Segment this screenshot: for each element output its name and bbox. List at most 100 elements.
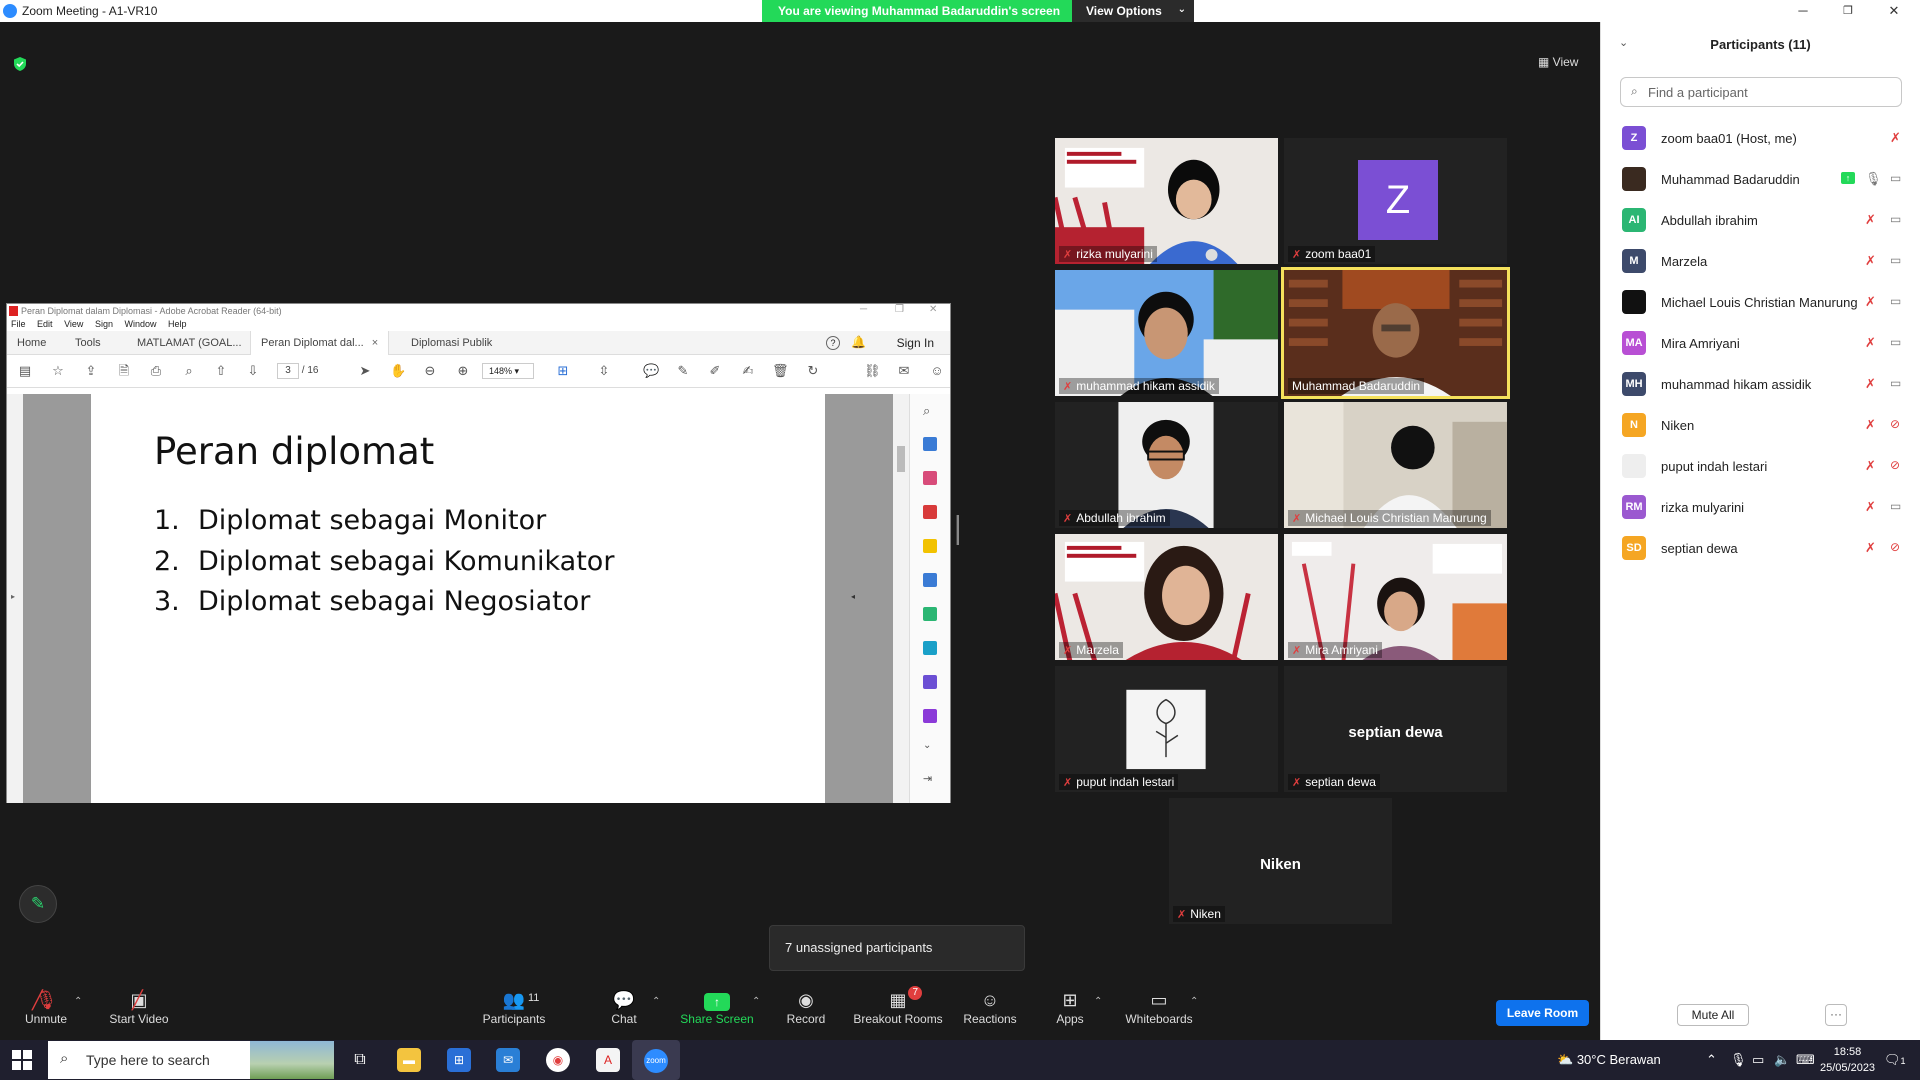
pencil-icon[interactable]: ✎ <box>19 885 57 923</box>
start-video-button[interactable]: ▣ ╱ Start Video <box>104 988 174 1026</box>
delete-icon[interactable]: 🗑 <box>772 363 789 379</box>
find-participant-search[interactable]: ⌕ Find a participant <box>1620 77 1902 107</box>
windows-start-icon[interactable] <box>12 1050 32 1070</box>
restore-button[interactable]: ❐ <box>1838 2 1858 20</box>
video-tile[interactable]: ✗ Michael Louis Christian Manurung <box>1283 401 1508 529</box>
taskbar-search[interactable]: ⌕ Type here to search <box>48 1041 334 1079</box>
print-icon[interactable]: ⎙ <box>148 363 164 379</box>
leave-room-button[interactable]: Leave Room <box>1496 1000 1589 1026</box>
page-down-icon[interactable]: ⇩ <box>245 363 261 379</box>
participant-row[interactable]: N Niken ✗ ⊘ <box>1601 403 1920 444</box>
apps-button[interactable]: ⊞ Apps ⌃ <box>1054 988 1102 1026</box>
draw-icon[interactable]: ✐ <box>707 363 723 379</box>
store-icon[interactable]: ⊞ <box>447 1048 471 1072</box>
chevron-down-icon[interactable]: ⌄ <box>923 740 937 754</box>
mail-icon[interactable]: ✉ <box>896 363 912 379</box>
participant-row[interactable]: RM rizka mulyarini ✗ ▭ <box>1601 485 1920 526</box>
document-icon[interactable]: 🗎 <box>116 363 132 379</box>
sign-in-link[interactable]: Sign In <box>897 331 934 355</box>
video-tile[interactable]: ✗ Abdullah ibrahim <box>1054 401 1279 529</box>
taskbar-clock[interactable]: 18:58 25/05/2023 <box>1820 1044 1875 1076</box>
chevron-up-icon[interactable]: ⌃ <box>74 996 82 1007</box>
unassigned-participants-notice[interactable]: 7 unassigned participants <box>769 925 1025 971</box>
video-tile-active-speaker[interactable]: Muhammad Badaruddin <box>1281 267 1510 399</box>
mail-icon[interactable]: ✉ <box>496 1048 520 1072</box>
menu-file[interactable]: File <box>11 319 26 329</box>
fill-sign-icon[interactable] <box>923 675 937 689</box>
weather-widget[interactable]: ⛅ 30°C Berawan <box>1557 1052 1661 1068</box>
fit-page-icon[interactable]: ⊞ <box>555 363 571 379</box>
menu-help[interactable]: Help <box>168 319 187 329</box>
volume-icon[interactable]: 🔈 <box>1774 1052 1790 1068</box>
participant-row[interactable]: SD septian dewa ✗ ⊘ <box>1601 526 1920 567</box>
tab-peran-diplomat[interactable]: Peran Diplomat dal... × <box>250 331 390 355</box>
scroll-mode-icon[interactable]: ⇳ <box>596 363 612 379</box>
reactions-button[interactable]: ☺ Reactions <box>962 988 1018 1026</box>
collapse-pane-icon[interactable]: ⇥ <box>923 772 937 786</box>
tab-diplomasi-publik[interactable]: Diplomasi Publik <box>401 331 502 355</box>
more-options-button[interactable]: ··· <box>1825 1004 1847 1026</box>
participant-row[interactable]: M Marzela ✗ ▭ <box>1601 239 1920 280</box>
account-icon[interactable]: ☺ <box>929 363 945 379</box>
chrome-icon[interactable]: ◉ <box>546 1048 570 1072</box>
shared-screen-acrobat[interactable]: Peran Diplomat dalam Diplomasi - Adobe A… <box>6 303 951 803</box>
video-tile[interactable]: ✗ Marzela <box>1054 533 1279 661</box>
protect-icon[interactable] <box>923 709 937 723</box>
highlight-icon[interactable]: ✎ <box>675 363 691 379</box>
participant-row[interactable]: puput indah lestari ✗ ⊘ <box>1601 444 1920 485</box>
acrobat-icon[interactable]: A <box>596 1048 620 1072</box>
tab-matlamat[interactable]: MATLAMAT (GOAL... <box>127 331 252 355</box>
scrollbar-thumb[interactable] <box>897 446 905 472</box>
menu-window[interactable]: Window <box>124 319 156 329</box>
zoom-in-icon[interactable]: ⊕ <box>455 363 471 379</box>
help-icon[interactable]: ? <box>826 336 840 350</box>
chevron-up-icon[interactable]: ⌃ <box>752 996 760 1007</box>
video-tile[interactable]: ✗ muhammad hikam assidik <box>1054 269 1279 397</box>
participants-button[interactable]: 👥 11 Participants <box>478 988 550 1026</box>
close-tab-icon[interactable]: × <box>372 337 378 349</box>
star-icon[interactable]: ☆ <box>50 363 66 379</box>
sign-icon[interactable]: ✍ <box>740 363 756 379</box>
network-icon[interactable]: ▭ <box>1752 1052 1764 1068</box>
video-tile[interactable]: Z ✗ zoom baa01 <box>1283 137 1508 265</box>
zoom-out-icon[interactable]: ⊖ <box>422 363 438 379</box>
chevron-up-icon[interactable]: ⌃ <box>652 996 660 1007</box>
organize-pages-icon[interactable] <box>923 471 937 485</box>
menu-sign[interactable]: Sign <box>95 319 113 329</box>
chat-button[interactable]: 💬 Chat ⌃ <box>604 988 660 1026</box>
breakout-rooms-button[interactable]: ▦ 7 Breakout Rooms <box>852 986 944 1026</box>
participant-row[interactable]: MH muhammad hikam assidik ✗ ▭ <box>1601 362 1920 403</box>
tab-tools[interactable]: Tools <box>65 331 111 355</box>
upload-icon[interactable]: ⇪ <box>83 363 99 379</box>
view-options-button[interactable]: View Options ⌄ <box>1072 0 1194 22</box>
link-icon[interactable]: ⛓ <box>864 363 881 379</box>
mute-all-button[interactable]: Mute All <box>1677 1004 1749 1026</box>
chevron-left-icon[interactable]: ◂ <box>851 592 855 601</box>
chevron-up-icon[interactable]: ⌃ <box>1094 996 1102 1007</box>
tray-chevron-up-icon[interactable]: ⌃ <box>1706 1052 1717 1068</box>
page-navigator[interactable]: 3 / 16 <box>277 363 318 379</box>
participant-row[interactable]: Michael Louis Christian Manurung ✗ ▭ <box>1601 280 1920 321</box>
menu-view[interactable]: View <box>64 319 83 329</box>
microphone-icon[interactable]: 🎙 <box>1730 1052 1747 1068</box>
vertical-scrollbar[interactable] <box>893 394 909 803</box>
page-current[interactable]: 3 <box>277 363 299 379</box>
bell-icon[interactable]: 🔔 <box>851 335 866 349</box>
tab-home[interactable]: Home <box>7 331 56 355</box>
participant-row[interactable]: Muhammad Badaruddin ↑ 🎙 ▭ <box>1601 157 1920 198</box>
compare-icon[interactable] <box>923 607 937 621</box>
zoom-taskbar-icon[interactable]: zoom <box>632 1040 680 1080</box>
left-pane-toggle[interactable]: ▸ <box>7 394 23 803</box>
split-resize-handle[interactable] <box>956 515 959 545</box>
task-view-icon[interactable]: ⧉ <box>348 1048 372 1072</box>
participant-row[interactable]: AI Abdullah ibrahim ✗ ▭ <box>1601 198 1920 239</box>
zoom-search-icon[interactable]: ⌕ <box>181 363 197 379</box>
translate-icon[interactable] <box>923 573 937 587</box>
hand-icon[interactable]: ✋ <box>390 363 406 379</box>
participant-row[interactable]: Zzoom baa01 (Host, me) ✗ <box>1601 116 1920 157</box>
create-pdf-icon[interactable] <box>923 505 937 519</box>
menu-edit[interactable]: Edit <box>37 319 53 329</box>
share-screen-button[interactable]: ↑ Share Screen ⌃ <box>680 988 760 1026</box>
record-button[interactable]: ◉ Record <box>784 988 828 1026</box>
file-explorer-icon[interactable]: ▬ <box>397 1048 421 1072</box>
